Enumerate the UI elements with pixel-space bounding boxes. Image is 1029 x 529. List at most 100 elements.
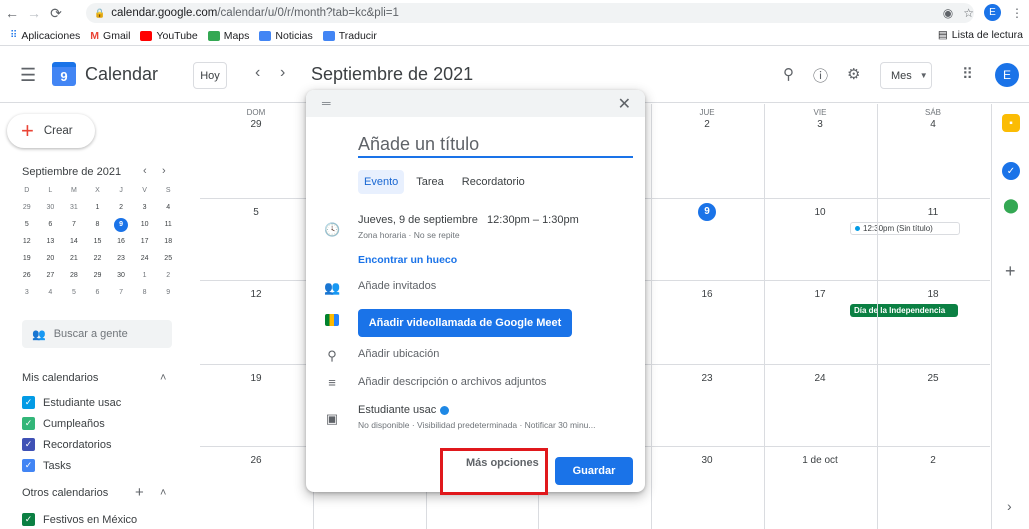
settings-gear-icon[interactable]: ⚙ — [847, 65, 860, 83]
mini-day[interactable]: 4 — [39, 286, 63, 300]
event-title-input[interactable] — [358, 132, 633, 158]
add-meet-button[interactable]: Añadir videollamada de Google Meet — [358, 309, 572, 337]
today-marker[interactable]: 9 — [698, 203, 716, 221]
other-calendars-title[interactable]: Otros calendarios — [22, 487, 108, 499]
checkbox-icon[interactable]: ✓ — [22, 438, 35, 451]
reading-list[interactable]: ▤ Lista de lectura — [938, 29, 1023, 41]
mini-day[interactable]: 24 — [133, 252, 157, 266]
calendar-item-recordatorios[interactable]: ✓ Recordatorios — [22, 438, 111, 451]
day-number[interactable]: 24 — [764, 373, 876, 384]
add-addon-icon[interactable]: + — [1005, 261, 1016, 282]
timezone-info[interactable]: Zona horaria · No se repite — [358, 230, 460, 240]
mini-day[interactable]: 2 — [156, 269, 180, 283]
day-number[interactable]: 30 — [651, 455, 763, 466]
day-number[interactable]: 1 de oct — [764, 455, 876, 466]
mini-day[interactable]: 6 — [86, 286, 110, 300]
mini-day[interactable]: 17 — [133, 235, 157, 249]
save-button[interactable]: Guardar — [555, 457, 633, 485]
mini-day[interactable]: 6 — [39, 218, 63, 232]
mini-day[interactable]: 22 — [86, 252, 110, 266]
mini-prev-icon[interactable]: ‹ — [143, 165, 147, 177]
chevron-up-icon[interactable]: ˄ — [160, 372, 166, 384]
event-chip-timed[interactable]: 12:30pm (Sin título) — [850, 222, 960, 235]
bookmark-translate[interactable]: Traducir — [322, 30, 377, 42]
day-number[interactable]: 23 — [651, 373, 763, 384]
my-calendars-title[interactable]: Mis calendarios — [22, 372, 98, 384]
forward-icon[interactable]: → — [24, 3, 44, 23]
chevron-right-icon[interactable]: › — [1007, 498, 1012, 514]
day-number[interactable]: 16 — [651, 289, 763, 300]
mini-day[interactable]: 28 — [62, 269, 86, 283]
mini-day[interactable]: 19 — [15, 252, 39, 266]
day-number[interactable]: 9 — [651, 203, 763, 221]
back-icon[interactable]: ← — [2, 3, 22, 23]
day-number[interactable]: 11 — [877, 207, 989, 218]
bookmark-news[interactable]: Noticias — [259, 30, 313, 42]
event-time-range[interactable]: 12:30pm – 1:30pm — [487, 214, 579, 226]
day-number[interactable]: 10 — [764, 207, 876, 218]
chevron-up-icon[interactable]: ˄ — [160, 487, 166, 499]
add-calendar-icon[interactable]: + — [135, 484, 144, 501]
mini-day[interactable]: 23 — [109, 252, 133, 266]
browser-profile-avatar[interactable]: E — [984, 4, 1001, 21]
find-slot-link[interactable]: Encontrar un hueco — [358, 254, 457, 266]
mini-day[interactable]: 5 — [15, 218, 39, 232]
event-chip-holiday[interactable]: Día de la Independencia — [850, 304, 958, 317]
calendar-details[interactable]: No disponible · Visibilidad predetermina… — [358, 420, 596, 430]
add-location-field[interactable]: Añadir ubicación — [358, 348, 439, 360]
google-apps-icon[interactable]: ⠿ — [962, 65, 973, 83]
mini-day[interactable]: 7 — [62, 218, 86, 232]
mini-day[interactable]: 25 — [156, 252, 180, 266]
mini-day[interactable]: 13 — [39, 235, 63, 249]
search-people-input[interactable]: 👥 Buscar a gente — [22, 320, 172, 348]
tab-evento[interactable]: Evento — [358, 170, 405, 194]
main-menu-icon[interactable]: ☰ — [20, 65, 36, 86]
mini-day[interactable]: 18 — [156, 235, 180, 249]
keep-icon[interactable]: ▪ — [1002, 114, 1020, 132]
day-number[interactable]: 29 — [200, 119, 312, 130]
mini-day[interactable]: 5 — [62, 286, 86, 300]
mini-day[interactable]: 16 — [109, 235, 133, 249]
bookmark-maps[interactable]: Maps — [207, 30, 249, 42]
bookmark-gmail[interactable]: M Gmail — [90, 30, 130, 42]
bookmark-apps[interactable]: ⠿ Aplicaciones — [10, 30, 80, 42]
add-description-field[interactable]: Añadir descripción o archivos adjuntos — [358, 376, 546, 388]
mini-day[interactable]: 27 — [39, 269, 63, 283]
calendar-item-estudiante[interactable]: ✓ Estudiante usac — [22, 396, 121, 409]
mini-day[interactable]: 30 — [39, 201, 63, 215]
checkbox-icon[interactable]: ✓ — [22, 396, 35, 409]
tab-tarea[interactable]: Tarea — [410, 170, 450, 194]
day-number[interactable]: 2 — [877, 455, 989, 466]
mini-day[interactable]: 9 — [114, 218, 129, 232]
day-number[interactable]: 17 — [764, 289, 876, 300]
tasks-icon[interactable]: ✓ — [1002, 162, 1020, 180]
mini-day[interactable]: 30 — [109, 269, 133, 283]
mini-day[interactable]: 2 — [109, 201, 133, 215]
calendar-item-festivos[interactable]: ✓ Festivos en México — [22, 513, 137, 526]
calendar-selector[interactable]: Estudiante usac — [358, 404, 450, 416]
address-bar[interactable]: 🔒 calendar.google.com/calendar/u/0/r/mon… — [86, 3, 974, 23]
event-datetime[interactable]: Jueves, 9 de septiembre 12:30pm – 1:30pm — [358, 214, 579, 226]
maps-icon[interactable]: ⬤ — [1002, 196, 1020, 214]
mini-day[interactable]: 1 — [133, 269, 157, 283]
dialog-drag-bar[interactable]: ═ ✕ — [306, 90, 645, 117]
mini-day[interactable]: 7 — [109, 286, 133, 300]
mini-day[interactable]: 29 — [15, 201, 39, 215]
star-icon[interactable]: ☆ — [963, 6, 974, 20]
account-avatar[interactable]: E — [995, 63, 1019, 87]
reload-icon[interactable]: ⟳ — [46, 3, 66, 23]
mini-next-icon[interactable]: › — [162, 165, 166, 177]
mini-day[interactable]: 12 — [15, 235, 39, 249]
mini-day[interactable]: 31 — [62, 201, 86, 215]
checkbox-icon[interactable]: ✓ — [22, 417, 35, 430]
mini-day[interactable]: 8 — [133, 286, 157, 300]
calendar-item-cumpleanos[interactable]: ✓ Cumpleaños — [22, 417, 105, 430]
bookmark-youtube[interactable]: YouTube — [140, 30, 198, 42]
next-period-icon[interactable]: › — [280, 64, 285, 82]
mini-day[interactable]: 20 — [39, 252, 63, 266]
close-icon[interactable]: ✕ — [618, 94, 631, 114]
day-number[interactable]: 25 — [877, 373, 989, 384]
day-number[interactable]: 19 — [200, 373, 312, 384]
event-date[interactable]: Jueves, 9 de septiembre — [358, 214, 478, 226]
mini-day[interactable]: 8 — [86, 218, 110, 232]
